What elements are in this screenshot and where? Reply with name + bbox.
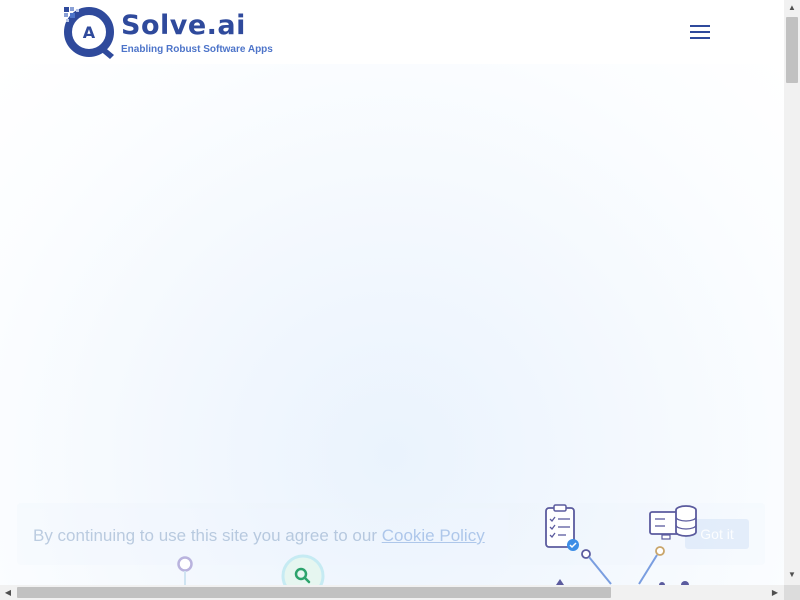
page-viewport: A Solve.ai Enabling Robust Software Apps… xyxy=(0,0,784,585)
scroll-right-icon[interactable]: ▶ xyxy=(767,585,783,600)
brand-name: Solve.ai xyxy=(121,10,246,41)
scroll-up-icon[interactable]: ▲ xyxy=(784,0,800,16)
horizontal-scroll-thumb[interactable] xyxy=(17,587,611,598)
logo-mark: A xyxy=(64,7,114,59)
hamburger-menu-icon[interactable] xyxy=(690,25,714,45)
brand-tagline: Enabling Robust Software Apps xyxy=(121,44,273,55)
node-pin xyxy=(177,556,193,585)
checklist-icon xyxy=(545,504,579,551)
site-header: A Solve.ai Enabling Robust Software Apps xyxy=(0,0,784,64)
menu-line xyxy=(690,25,710,27)
menu-line xyxy=(690,37,710,39)
horizontal-scrollbar[interactable]: ◀ ▶ xyxy=(0,585,784,600)
database-icon xyxy=(649,505,697,540)
scroll-down-icon[interactable]: ▼ xyxy=(784,567,800,583)
scroll-left-icon[interactable]: ◀ xyxy=(0,585,16,600)
vertical-scroll-thumb[interactable] xyxy=(786,17,798,83)
menu-line xyxy=(690,31,710,33)
site-logo[interactable]: A Solve.ai Enabling Robust Software Apps xyxy=(62,5,302,59)
vertical-scrollbar[interactable]: ▲ ▼ xyxy=(784,0,800,585)
search-icon xyxy=(281,554,325,585)
hero-illustration xyxy=(177,504,697,585)
logo-letter: A xyxy=(83,23,96,42)
scrollbar-corner xyxy=(784,585,800,600)
connector-lines xyxy=(556,546,689,585)
